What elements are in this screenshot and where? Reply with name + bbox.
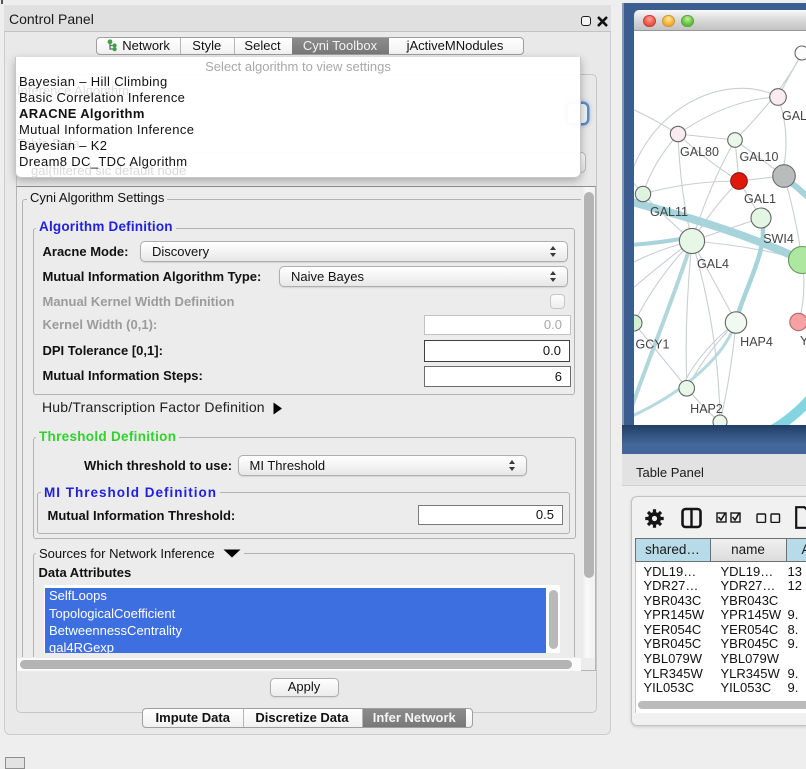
svg-text:GAL10: GAL10 [740, 150, 779, 164]
svg-text:GAL11: GAL11 [650, 205, 688, 219]
svg-text:GAL80: GAL80 [680, 145, 719, 159]
svg-text:SWI4: SWI4 [763, 232, 794, 246]
svg-text:GAL2: GAL2 [782, 109, 806, 123]
svg-text:HAP4: HAP4 [740, 335, 773, 349]
svg-text:GCY1: GCY1 [635, 338, 669, 352]
svg-text:GAL4: GAL4 [697, 257, 729, 271]
svg-text:Y: Y [800, 334, 806, 348]
svg-text:GAL1: GAL1 [744, 192, 776, 206]
svg-text:HAP2: HAP2 [690, 402, 723, 416]
